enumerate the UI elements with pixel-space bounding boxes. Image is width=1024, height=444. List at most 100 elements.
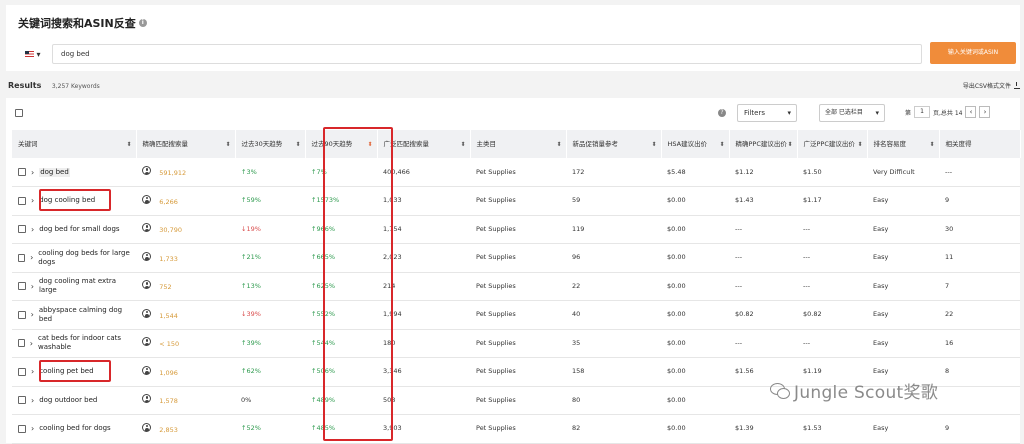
row-checkbox[interactable] <box>18 424 26 433</box>
sort-icon[interactable]: ⬍ <box>556 140 561 149</box>
column-header[interactable]: 主类目 ⬍ <box>470 130 567 158</box>
table-row[interactable]: › dog bed for small dogs 30,790 ↓19% ↑966% 1… <box>12 215 1020 244</box>
person-icon[interactable] <box>142 166 151 175</box>
person-icon[interactable] <box>142 422 151 432</box>
sort-icon[interactable]: ⬍ <box>857 140 862 149</box>
person-icon[interactable] <box>142 337 151 347</box>
relevance-cell: 22 <box>939 300 1020 330</box>
column-header[interactable]: 精确PPC建议出价 ⬍ <box>729 130 798 158</box>
sort-icon[interactable]: ⬍ <box>126 140 131 149</box>
relevance-cell: 16 <box>939 329 1020 358</box>
keyword-text[interactable]: dog bed for small dogs <box>39 225 119 234</box>
keyword-text[interactable]: dog cooling mat extra large <box>39 277 132 295</box>
exact-volume-cell: < 150 <box>136 329 235 358</box>
keyword-text[interactable]: abbyspace calming dog bed <box>39 306 132 324</box>
relevance-cell: 9 <box>939 414 1020 444</box>
chevron-right-icon[interactable]: › <box>31 367 34 376</box>
row-checkbox[interactable] <box>18 225 26 234</box>
row-checkbox[interactable] <box>18 396 26 405</box>
search-button[interactable]: 输入关键词或ASIN <box>930 42 1016 64</box>
table-row[interactable]: › abbyspace calming dog bed 1,544 ↓39% ↑552… <box>12 300 1020 330</box>
row-checkbox[interactable] <box>18 282 26 291</box>
page-number-input[interactable]: 1 <box>914 106 931 118</box>
sort-icon[interactable]: ⬍ <box>295 140 300 149</box>
promo-cell: 82 <box>566 414 661 444</box>
keyword-text[interactable]: cooling dog beds for large dogs <box>38 249 132 267</box>
promo-cell: 119 <box>566 215 661 244</box>
column-header[interactable]: 排名容易度 ⬍ <box>867 130 940 158</box>
column-header[interactable]: 相关度得 <box>939 130 1021 158</box>
chevron-right-icon[interactable]: › <box>31 424 34 433</box>
next-page-button[interactable]: › <box>979 106 991 118</box>
person-icon[interactable] <box>142 251 151 261</box>
search-input[interactable]: dog bed <box>52 44 922 64</box>
row-checkbox[interactable] <box>18 196 26 205</box>
broad-ppc-cell: --- <box>797 243 867 273</box>
column-header[interactable]: 新品促销量参考 ⬍ <box>566 130 662 158</box>
column-header[interactable]: 过去30天趋势 ⬍ <box>235 130 306 158</box>
chevron-right-icon[interactable]: › <box>31 196 34 205</box>
sort-icon[interactable]: ⬍ <box>787 140 792 149</box>
column-select-dropdown[interactable]: 全部 已选栏目 <box>819 104 885 122</box>
row-checkbox[interactable] <box>18 168 26 176</box>
sort-icon[interactable]: ⬍ <box>719 140 724 149</box>
category-cell: Pet Supplies <box>470 329 566 358</box>
sort-icon[interactable]: ⬍ <box>651 140 656 149</box>
select-all-checkbox[interactable] <box>15 109 23 117</box>
keyword-text[interactable]: cooling bed for dogs <box>39 424 111 433</box>
person-icon[interactable] <box>142 223 151 233</box>
row-checkbox[interactable] <box>18 253 26 262</box>
column-header[interactable]: 广泛PPC建议出价 ⬍ <box>797 130 868 158</box>
person-icon[interactable] <box>142 394 151 404</box>
chevron-right-icon[interactable]: › <box>31 225 34 234</box>
table-row[interactable]: › dog cooling bed 6,266 ↑59% ↑1573% 1,033 Pet… <box>12 186 1020 216</box>
keyword-text[interactable]: dog bed <box>39 167 70 177</box>
chevron-right-icon[interactable]: › <box>31 282 34 291</box>
exact-ppc-cell: $1.43 <box>729 186 797 216</box>
person-icon[interactable] <box>142 280 151 290</box>
row-checkbox[interactable] <box>18 339 25 348</box>
table-row[interactable]: › dog bed 591,912 ↑3% ↑7% 400,466 Pet Supplie… <box>12 158 1020 187</box>
table-row[interactable]: › cooling dog beds for large dogs 1,733 ↑2… <box>12 243 1020 273</box>
chevron-right-icon[interactable]: › <box>31 168 34 177</box>
chevron-right-icon[interactable]: › <box>31 396 34 405</box>
keyword-text[interactable]: cat beds for indoor cats washable <box>38 334 132 352</box>
table-row[interactable]: › cat beds for indoor cats washable < 150… <box>12 329 1020 358</box>
chevron-right-icon[interactable]: › <box>31 310 34 319</box>
column-header[interactable]: 精确匹配搜索量 ⬍ <box>136 130 236 158</box>
trend-30d-cell: ↑59% <box>235 186 305 216</box>
ranking-ease-cell: Easy <box>867 186 939 216</box>
export-csv-button[interactable]: 导出CSV格式文件 <box>963 81 1020 90</box>
exact-ppc-cell: $1.39 <box>729 414 797 444</box>
column-header[interactable]: HSA建议出价 ⬍ <box>661 130 730 158</box>
category-cell: Pet Supplies <box>470 215 566 244</box>
person-icon[interactable] <box>142 365 151 375</box>
chevron-right-icon[interactable]: › <box>30 253 33 262</box>
sort-icon[interactable]: ⬍ <box>929 140 934 149</box>
broad-ppc-cell: $0.82 <box>797 300 867 330</box>
filters-dropdown[interactable]: Filters <box>737 104 797 122</box>
category-cell: Pet Supplies <box>470 272 566 301</box>
sort-icon[interactable]: ⬍ <box>225 140 230 149</box>
table-row[interactable]: › dog cooling mat extra large 752 ↑13% ↑625… <box>12 272 1020 301</box>
relevance-cell: 30 <box>939 215 1020 244</box>
ranking-ease-cell: Easy <box>867 329 939 358</box>
person-icon[interactable] <box>142 194 151 204</box>
sort-icon[interactable]: ⬍ <box>460 140 465 149</box>
category-cell: Pet Supplies <box>470 386 566 415</box>
row-checkbox[interactable] <box>18 367 26 376</box>
hsa-bid-cell: $0.00 <box>661 272 729 301</box>
column-header[interactable]: 关键词 ⬍ <box>12 130 137 158</box>
country-selector[interactable]: ▾ <box>18 44 48 64</box>
chevron-right-icon[interactable]: › <box>30 339 33 348</box>
person-icon[interactable] <box>142 308 151 318</box>
hsa-bid-cell: $0.00 <box>661 357 729 387</box>
info-icon[interactable]: i <box>138 19 147 27</box>
broad-ppc-cell: $1.50 <box>797 158 867 187</box>
table-row[interactable]: › cooling bed for dogs 2,853 ↑52% ↑485% 3,90… <box>12 414 1020 444</box>
keyword-text[interactable]: dog outdoor bed <box>39 396 97 405</box>
prev-page-button[interactable]: ‹ <box>965 106 977 118</box>
row-checkbox[interactable] <box>18 310 26 319</box>
help-icon[interactable]: ? <box>718 109 726 117</box>
keyword-cell: › dog outdoor bed <box>12 386 136 415</box>
